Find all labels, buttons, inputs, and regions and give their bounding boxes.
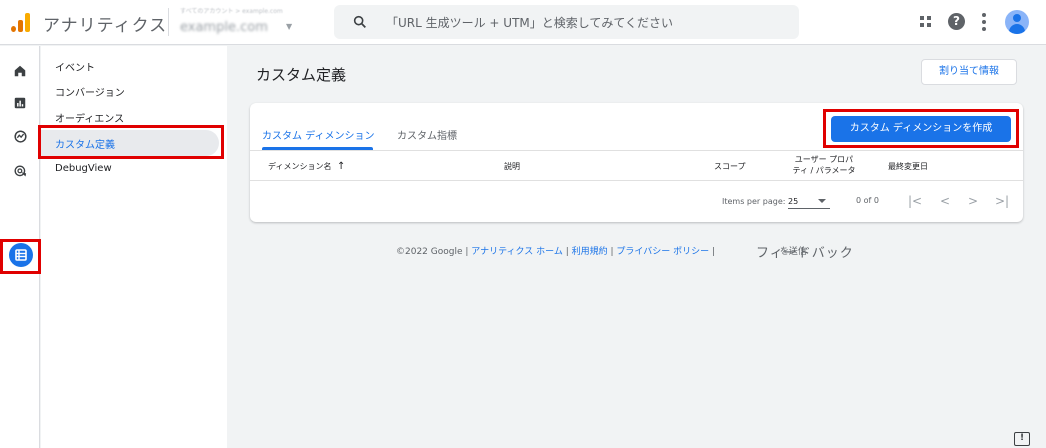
top-bar: アナリティクス すべてのアカウント > example.com example.…	[0, 0, 1046, 45]
column-header-description[interactable]: 説明	[504, 161, 520, 172]
last-page-icon[interactable]: >|	[995, 194, 1009, 208]
account-breadcrumb[interactable]: すべてのアカウント > example.com	[180, 6, 283, 15]
configure-highlight-box	[0, 239, 41, 274]
home-icon[interactable]	[8, 59, 32, 83]
pagination-range: 0 of 0	[856, 196, 879, 205]
account-property-name[interactable]: example.com	[180, 20, 268, 35]
avatar[interactable]	[1005, 10, 1029, 34]
advertising-icon[interactable]	[8, 159, 32, 183]
search-icon	[353, 15, 366, 28]
page-title: カスタム定義	[256, 66, 347, 84]
previous-page-icon[interactable]: <	[940, 194, 950, 208]
subnav-item-conversions[interactable]: コンバージョン	[55, 84, 125, 99]
items-per-page-select[interactable]: 25	[788, 197, 798, 206]
next-page-icon[interactable]: >	[968, 194, 978, 208]
chevron-down-icon[interactable]: ▼	[286, 22, 292, 31]
assignment-info-button[interactable]: 割り当て情報	[921, 59, 1017, 85]
items-per-page-label: Items per page:	[722, 197, 786, 206]
create-button-highlight-box	[823, 109, 1019, 148]
tab-custom-metrics[interactable]: カスタム指標	[397, 127, 457, 142]
footer-link-home[interactable]: アナリティクス ホーム	[471, 247, 563, 257]
apps-grid-icon[interactable]	[920, 16, 932, 28]
header-divider	[168, 8, 169, 36]
subnav-item-audiences[interactable]: オーディエンス	[55, 110, 124, 125]
subnav-item-events[interactable]: イベント	[55, 59, 95, 74]
subnav-item-debugview[interactable]: DebugView	[55, 163, 112, 174]
header-divider	[250, 180, 1023, 181]
app-title[interactable]: アナリティクス	[43, 11, 167, 36]
reports-icon[interactable]	[8, 91, 32, 115]
left-rail	[0, 46, 41, 448]
footer-link-terms[interactable]: 利用規約	[572, 247, 608, 257]
analytics-logo-icon[interactable]	[11, 12, 31, 32]
tab-custom-dimensions[interactable]: カスタム ディメンション	[262, 127, 374, 142]
column-header-last-modified[interactable]: 最終変更日	[888, 161, 928, 172]
select-underline	[788, 208, 830, 209]
help-icon[interactable]: ?	[948, 13, 965, 30]
footer-copyright: ©2022 Google |	[396, 247, 472, 257]
more-vert-icon[interactable]	[982, 13, 986, 31]
column-header-user-property[interactable]: ユーザー プロパ ティ / パラメータ	[786, 154, 862, 176]
search-placeholder: 「URL 生成ツール + UTM」と検索してみてください	[386, 16, 674, 30]
footer-link-privacy[interactable]: プライバシー ポリシー	[616, 247, 709, 257]
secondary-nav: イベント コンバージョン オーディエンス DebugView	[41, 46, 227, 448]
first-page-icon[interactable]: |<	[908, 194, 922, 208]
footer: ©2022 Google | アナリティクス ホーム | 利用規約 | プライバ…	[396, 247, 807, 257]
chevron-down-icon[interactable]	[818, 199, 826, 203]
feedback-icon[interactable]: !	[1014, 432, 1030, 446]
custom-definitions-highlight-box	[38, 125, 224, 159]
column-header-scope[interactable]: スコープ	[714, 161, 746, 172]
feedback-overlay-text[interactable]: フィードバック	[756, 242, 854, 261]
search-input[interactable]: 「URL 生成ツール + UTM」と検索してみてください	[334, 5, 799, 39]
explore-icon[interactable]	[8, 124, 32, 148]
column-header-dimension-name[interactable]: ディメンション名 ↑	[268, 161, 345, 172]
tab-divider	[250, 150, 1023, 151]
sort-arrow-up-icon[interactable]: ↑	[337, 161, 345, 172]
